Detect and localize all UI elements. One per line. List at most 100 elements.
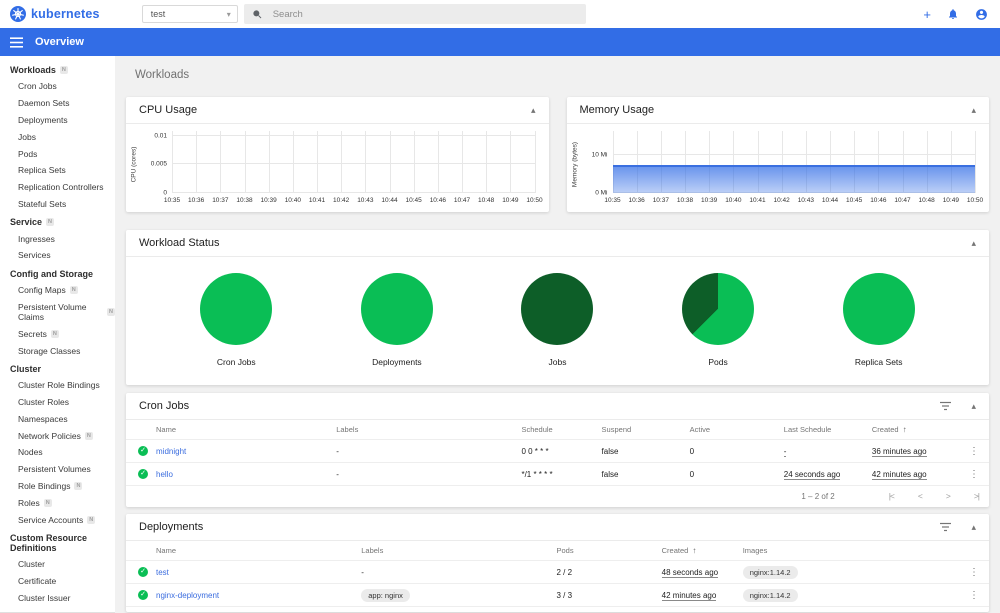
column-header-label: Schedule [521, 425, 553, 434]
sidebar-item-cluster-role-bindings[interactable]: Cluster Role Bindings [0, 377, 115, 394]
sidebar-item-label: Cluster Role Bindings [18, 380, 100, 391]
collapse-arrow-icon[interactable]: ▴ [971, 401, 976, 412]
sidebar-item-replica-sets[interactable]: Replica Sets [0, 162, 115, 179]
sidebar-item-network-policies[interactable]: Network Policies N [0, 427, 115, 444]
sidebar-section-custom-resource-definitions[interactable]: Custom Resource Definitions [0, 528, 115, 556]
cron-job-name-link[interactable]: hello [156, 470, 336, 479]
x-axis-tick: 10:38 [676, 197, 694, 204]
sidebar-item-namespaces[interactable]: Namespaces [0, 411, 115, 428]
deployment-name-link[interactable]: test [156, 568, 361, 577]
sidebar-item-pods[interactable]: Pods [0, 145, 115, 162]
x-axis-tick: 10:37 [212, 197, 229, 204]
first-page-icon[interactable]: |< [889, 491, 895, 501]
pie-chart-deployments[interactable] [360, 273, 433, 345]
last-page-icon[interactable]: >| [974, 491, 980, 501]
top-header: kubernetes test ▾ + [0, 0, 1000, 28]
search-input[interactable] [272, 8, 578, 20]
namespace-value: test [150, 9, 166, 19]
row-actions-kebab-icon[interactable]: ⋮ [959, 567, 989, 578]
sidebar-item-secrets[interactable]: Secrets N [0, 325, 115, 342]
column-header-active[interactable]: Active [690, 425, 784, 434]
sidebar-item-role-bindings[interactable]: Role Bindings N [0, 478, 115, 495]
sidebar-item-cron-jobs[interactable]: Cron Jobs [0, 78, 115, 95]
sidebar-item-replication-controllers[interactable]: Replication Controllers [0, 179, 115, 196]
collapse-arrow-icon[interactable]: ▴ [531, 105, 536, 116]
column-header-pods[interactable]: Pods [556, 546, 661, 555]
sidebar-item-label: Network Policies [18, 430, 81, 441]
sidebar-item-persistent-volumes[interactable]: Persistent Volumes [0, 461, 115, 478]
row-actions-kebab-icon[interactable]: ⋮ [959, 590, 989, 601]
sidebar-item-stateful-sets[interactable]: Stateful Sets [0, 195, 115, 212]
sidebar-item-services[interactable]: Services [0, 247, 115, 264]
filter-icon[interactable] [940, 401, 952, 411]
y-axis-tick: 0 Mi [595, 189, 608, 197]
sidebar-item-cluster[interactable]: Cluster [0, 556, 115, 573]
sidebar-section-label: Workloads [10, 65, 56, 75]
search-bar[interactable] [243, 4, 586, 24]
cell-last-schedule: 24 seconds ago [783, 469, 872, 480]
gridline-vertical [244, 131, 246, 193]
sidebar-item-certificate[interactable]: Certificate [0, 573, 115, 590]
sidebar-section-label: Service [10, 217, 43, 228]
x-axis-tick: 10:49 [942, 197, 959, 204]
sidebar-item-persistent-volume-claims[interactable]: Persistent Volume Claims N [0, 299, 115, 326]
prev-page-icon[interactable]: < [918, 491, 923, 501]
deployment-name-link[interactable]: nginx-deployment [156, 591, 361, 600]
cpu-usage-card: CPU Usage ▴ CPU (cores) 10:35 10:36 10:37 10… [126, 97, 549, 212]
sidebar-item-storage-classes[interactable]: Storage Classes [0, 342, 115, 359]
sidebar-item-ingresses[interactable]: Ingresses [0, 230, 115, 247]
create-resource-button[interactable]: + [923, 8, 931, 21]
column-header-name[interactable]: Name [156, 425, 336, 434]
sidebar-item-config-maps[interactable]: Config Maps N [0, 282, 115, 299]
column-header-created[interactable]: Created ↑ [662, 546, 743, 555]
sidebar-item-deployments[interactable]: Deployments [0, 112, 115, 129]
sidebar-section-service[interactable]: Service N [0, 212, 115, 230]
collapse-arrow-icon[interactable]: ▴ [971, 522, 976, 533]
pie-chart-cron-jobs[interactable] [200, 273, 273, 345]
sidebar-item-label: Replica Sets [18, 165, 66, 176]
column-header-created[interactable]: Created ↑ [872, 425, 959, 434]
sidebar-item-daemon-sets[interactable]: Daemon Sets [0, 95, 115, 112]
pie-chart-jobs[interactable] [521, 273, 594, 345]
sidebar-item-jobs[interactable]: Jobs [0, 128, 115, 145]
gridline-horizontal [612, 153, 975, 155]
row-actions-kebab-icon[interactable]: ⋮ [959, 469, 989, 480]
sidebar-section-config-and-storage[interactable]: Config and Storage [0, 264, 115, 282]
sidebar-item-roles[interactable]: Roles N [0, 494, 115, 511]
column-header-name[interactable]: Name [156, 546, 361, 555]
next-page-icon[interactable]: > [946, 491, 951, 501]
sidebar-item-service-accounts[interactable]: Service Accounts N [0, 511, 115, 528]
sidebar-item-cluster-issuer[interactable]: Cluster Issuer [0, 590, 115, 607]
pie-label: Deployments [372, 357, 422, 367]
namespaced-badge: N [69, 286, 78, 295]
sidebar-item-nodes[interactable]: Nodes [0, 444, 115, 461]
hamburger-menu-icon[interactable] [10, 36, 23, 48]
collapse-arrow-icon[interactable]: ▴ [971, 105, 976, 116]
notifications-bell-icon[interactable] [947, 8, 959, 20]
user-account-icon[interactable] [975, 8, 988, 21]
pie-chart-pods[interactable] [682, 273, 755, 345]
namespace-selector[interactable]: test ▾ [141, 5, 238, 23]
column-header-suspend[interactable]: Suspend [602, 425, 690, 434]
column-header-images[interactable]: Images [743, 546, 959, 555]
cell-suspend: false [601, 446, 619, 456]
sidebar-section-cluster[interactable]: Cluster [0, 359, 115, 377]
filter-icon[interactable] [940, 522, 952, 532]
row-actions-kebab-icon[interactable]: ⋮ [959, 446, 989, 457]
gridline-vertical [437, 131, 439, 193]
chip: nginx:1.14.2 [742, 565, 798, 579]
sidebar-item-cluster-roles[interactable]: Cluster Roles [0, 394, 115, 411]
deployment-row: ✓ test - 2 / 2 48 seconds ago nginx:1.14.2 ⋮ [126, 561, 989, 584]
x-axis-tick: 10:47 [894, 197, 911, 204]
y-axis-tick: 0 [163, 189, 167, 197]
column-header-schedule[interactable]: Schedule [521, 425, 601, 434]
pie-chart-replica-sets[interactable] [842, 273, 915, 345]
kubernetes-brand[interactable]: kubernetes [10, 6, 100, 22]
cron-job-name-link[interactable]: midnight [156, 447, 336, 456]
relative-time: 42 minutes ago [871, 469, 927, 480]
collapse-arrow-icon[interactable]: ▴ [971, 238, 976, 249]
column-header-last-schedule[interactable]: Last Schedule [784, 425, 872, 434]
sidebar-section-workloads[interactable]: Workloads N [0, 60, 115, 78]
column-header-labels[interactable]: Labels [361, 546, 556, 555]
column-header-labels[interactable]: Labels [336, 425, 521, 434]
